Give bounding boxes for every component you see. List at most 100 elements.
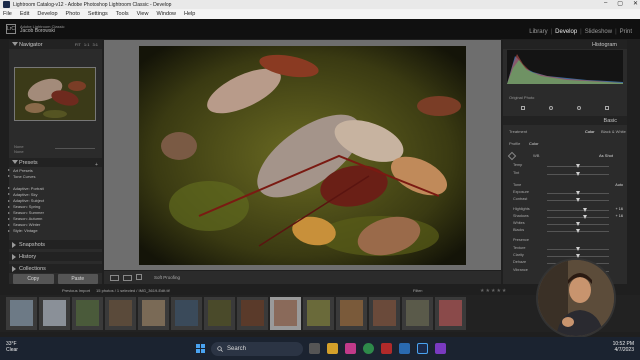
menu-file[interactable]: File <box>3 11 12 17</box>
menu-tools[interactable]: Tools <box>116 11 129 17</box>
filmstrip-thumbnail[interactable] <box>303 297 334 330</box>
copy-button[interactable]: Copy <box>13 274 54 284</box>
profile-value[interactable]: Color <box>529 141 539 146</box>
filmstrip-thumbnail[interactable] <box>336 297 367 330</box>
collections-header[interactable]: Collections <box>9 264 102 273</box>
preset-group[interactable]: Style: Vintage <box>3 228 90 234</box>
slider-knob[interactable] <box>583 207 588 212</box>
slider-knob[interactable] <box>576 246 580 251</box>
slider-knob[interactable] <box>576 171 580 176</box>
module-print[interactable]: Print <box>620 29 632 35</box>
filmstrip-thumbnail[interactable] <box>39 297 70 330</box>
app-icon[interactable] <box>399 343 410 354</box>
maximize-button[interactable]: ▢ <box>617 0 623 7</box>
slider-knob[interactable] <box>576 190 580 195</box>
slider-presence[interactable]: Presence <box>507 238 623 244</box>
expand-triangle-icon[interactable] <box>12 242 16 248</box>
taskbar-search[interactable]: Search <box>211 342 303 356</box>
slider-blacks[interactable]: Blacks <box>507 228 623 234</box>
collapse-triangle-icon[interactable] <box>12 160 18 164</box>
slider-whites[interactable]: Whites <box>507 221 623 227</box>
slider-texture[interactable]: Texture <box>507 246 623 252</box>
system-tray-clock[interactable]: 10:52 PM 4/7/2023 <box>613 341 634 353</box>
wb-value[interactable]: As Shot <box>599 153 613 158</box>
slider-knob[interactable] <box>576 253 580 258</box>
filmstrip-thumbnail[interactable] <box>72 297 103 330</box>
slider-track[interactable] <box>547 209 609 211</box>
slider-knob[interactable] <box>576 228 580 233</box>
close-button[interactable]: ✕ <box>633 0 638 7</box>
menu-settings[interactable]: Settings <box>88 11 108 17</box>
histogram-header[interactable]: Histogram <box>503 40 627 49</box>
navigator-header[interactable]: Navigator FIT 1:1 3:1 <box>9 40 102 49</box>
treatment-color[interactable]: Color <box>585 129 595 134</box>
presets-header[interactable]: Presets <box>9 158 102 167</box>
app-icon[interactable] <box>345 343 356 354</box>
basic-header[interactable]: Basic <box>503 116 627 125</box>
eyedropper-icon[interactable] <box>507 151 517 161</box>
slider-knob[interactable] <box>583 214 588 219</box>
navigator-preview[interactable] <box>14 67 96 121</box>
menu-edit[interactable]: Edit <box>20 11 29 17</box>
menu-window[interactable]: Window <box>156 11 176 17</box>
zoom-1-1[interactable]: 1:1 <box>84 42 90 47</box>
menu-view[interactable]: View <box>137 11 149 17</box>
soft-proofing-checkbox[interactable] <box>136 274 142 280</box>
paste-button[interactable]: Paste <box>57 274 98 284</box>
slider-tint[interactable]: Tint <box>507 171 623 177</box>
module-develop[interactable]: Develop <box>555 29 577 35</box>
windows-start-icon[interactable] <box>196 344 205 353</box>
expand-triangle-icon[interactable] <box>12 254 16 260</box>
slider-tone[interactable]: Tone Auto <box>507 183 623 189</box>
weather-widget[interactable]: 33°F Clear <box>6 341 18 353</box>
slider-clarity[interactable]: Clarity <box>507 253 623 259</box>
module-library[interactable]: Library <box>529 29 547 35</box>
slider-value[interactable]: + 16 <box>616 207 624 211</box>
slider-value[interactable]: + 16 <box>616 214 624 218</box>
chrome-icon[interactable] <box>363 343 374 354</box>
treatment-bw[interactable]: Black & White <box>601 129 626 134</box>
menu-help[interactable]: Help <box>184 11 195 17</box>
history-header[interactable]: History <box>9 252 102 261</box>
filmstrip-thumbnail[interactable] <box>138 297 169 330</box>
filmstrip-thumbnail[interactable] <box>270 297 301 330</box>
zoom-3-1[interactable]: 3:1 <box>92 42 98 47</box>
slider-value[interactable]: Auto <box>615 183 623 187</box>
filmstrip-thumbnail[interactable] <box>105 297 136 330</box>
slider-knob[interactable] <box>576 163 580 168</box>
lightroom-taskbar-icon[interactable] <box>417 343 428 354</box>
file-explorer-icon[interactable] <box>327 343 338 354</box>
menu-photo[interactable]: Photo <box>66 11 80 17</box>
minimize-button[interactable]: – <box>604 0 607 7</box>
slider-knob[interactable] <box>576 221 580 226</box>
loupe-view-button[interactable] <box>110 274 119 281</box>
slider-track[interactable] <box>547 216 609 218</box>
before-after-button[interactable] <box>123 274 132 281</box>
filmstrip-thumbnail[interactable] <box>237 297 268 330</box>
slider-contrast[interactable]: Contrast <box>507 197 623 203</box>
filmstrip-thumbnail[interactable] <box>402 297 433 330</box>
crop-tool-icon[interactable] <box>521 106 525 110</box>
slider-temp[interactable]: Temp <box>507 163 623 169</box>
source-label[interactable]: Previous Import <box>62 288 90 293</box>
masking-icon[interactable] <box>605 106 609 110</box>
filmstrip-thumbnail[interactable] <box>204 297 235 330</box>
zoom-fit[interactable]: FIT <box>75 42 81 47</box>
module-slideshow[interactable]: Slideshow <box>585 29 612 35</box>
add-preset-icon[interactable]: + <box>95 162 98 168</box>
expand-triangle-icon[interactable] <box>12 266 16 272</box>
slider-exposure[interactable]: Exposure <box>507 190 623 196</box>
main-photo[interactable] <box>139 46 466 265</box>
filmstrip-thumbnail[interactable] <box>435 297 466 330</box>
collapse-triangle-icon[interactable] <box>12 42 18 46</box>
filmstrip-thumbnail[interactable] <box>369 297 400 330</box>
red-eye-icon[interactable] <box>577 106 581 110</box>
spot-removal-icon[interactable] <box>549 106 553 110</box>
app-icon[interactable] <box>435 343 446 354</box>
task-view-icon[interactable] <box>309 343 320 354</box>
filmstrip-thumbnail[interactable] <box>6 297 37 330</box>
histogram-graph[interactable] <box>507 50 623 84</box>
slider-knob[interactable] <box>576 197 580 202</box>
slider-highlights[interactable]: Highlights + 16 <box>507 207 623 213</box>
slider-shadows[interactable]: Shadows + 16 <box>507 214 623 220</box>
